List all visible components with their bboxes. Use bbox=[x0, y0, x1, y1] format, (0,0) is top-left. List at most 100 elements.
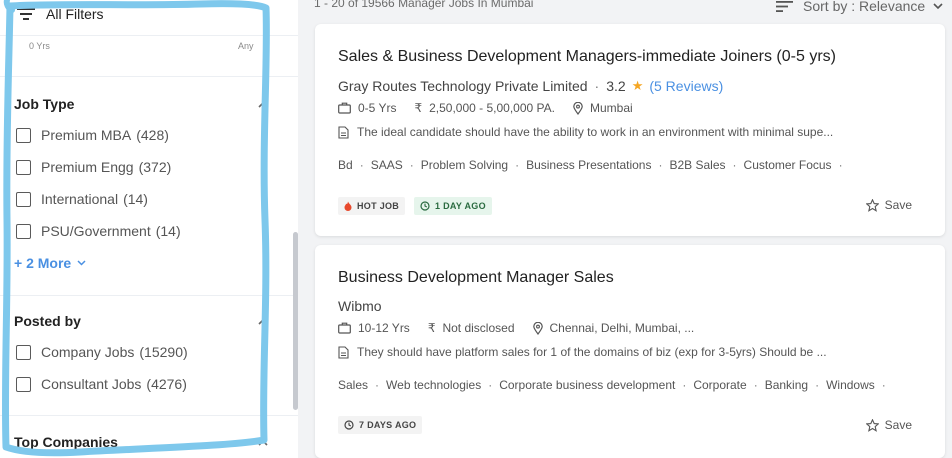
clock-icon bbox=[420, 201, 430, 211]
company-row: Wibmo bbox=[338, 298, 382, 314]
checkbox[interactable] bbox=[16, 223, 31, 239]
reviews-link[interactable]: (5 Reviews) bbox=[649, 78, 723, 94]
option-count: (428) bbox=[136, 127, 169, 143]
company-rating: 3.2 bbox=[606, 78, 626, 94]
star-filled-icon: ★ bbox=[631, 78, 644, 93]
posted-age-badge: 7 DAYS AGO bbox=[338, 416, 423, 434]
experience-value: 0-5 Yrs bbox=[358, 101, 397, 115]
option-label: PSU/Government bbox=[41, 223, 151, 239]
skill-tag: Windows bbox=[826, 378, 875, 392]
description-text: They should have platform sales for 1 of… bbox=[357, 345, 827, 359]
job-type-more-link[interactable]: + 2 More bbox=[14, 255, 86, 271]
description-text: The ideal candidate should have the abil… bbox=[357, 125, 834, 139]
option-label: Company Jobs bbox=[41, 344, 135, 360]
chevron-up-icon[interactable] bbox=[258, 101, 268, 108]
badge-label: HOT JOB bbox=[357, 201, 400, 211]
posted-by-option-company[interactable]: Company Jobs (15290) bbox=[16, 343, 188, 361]
skill-tag: Corporate business development bbox=[499, 378, 676, 392]
divider bbox=[0, 295, 298, 296]
chevron-down-icon bbox=[77, 260, 86, 266]
checkbox[interactable] bbox=[16, 191, 31, 207]
option-count: (4276) bbox=[146, 376, 187, 392]
checkbox[interactable] bbox=[16, 159, 31, 175]
job-card[interactable]: Sales & Business Development Managers-im… bbox=[315, 24, 945, 236]
option-count: (372) bbox=[138, 159, 172, 175]
job-type-option-premium-mba[interactable]: Premium MBA (428) bbox=[16, 126, 169, 144]
briefcase-icon bbox=[338, 322, 351, 334]
save-label: Save bbox=[884, 418, 912, 432]
experience-max-label: Any bbox=[238, 41, 254, 51]
document-icon bbox=[338, 345, 349, 359]
salary: ₹ 2,50,000 - 5,00,000 PA. bbox=[414, 101, 555, 115]
company-name[interactable]: Gray Routes Technology Private Limited bbox=[338, 78, 588, 94]
option-label: Premium MBA bbox=[41, 127, 132, 143]
experience-value: 10-12 Yrs bbox=[358, 321, 410, 335]
location-value: Chennai, Delhi, Mumbai, ... bbox=[549, 321, 695, 335]
job-type-option-premium-engg[interactable]: Premium Engg (372) bbox=[16, 158, 171, 176]
location: Chennai, Delhi, Mumbai, ... bbox=[532, 321, 695, 335]
location-pin-icon bbox=[532, 321, 543, 335]
save-label: Save bbox=[884, 198, 912, 212]
location-value: Mumbai bbox=[589, 101, 633, 115]
more-label: + 2 More bbox=[14, 255, 72, 271]
skill-tag: B2B Sales bbox=[669, 158, 726, 172]
chevron-up-icon[interactable] bbox=[258, 439, 268, 446]
star-outline-icon bbox=[865, 198, 879, 212]
top-companies-title: Top Companies bbox=[14, 434, 118, 450]
divider bbox=[0, 76, 298, 77]
option-label: Consultant Jobs bbox=[41, 376, 142, 392]
option-label: International bbox=[41, 191, 119, 207]
skill-tags: Sales · Web technologies · Corporate busin… bbox=[338, 378, 886, 392]
salary: ₹ Not disclosed bbox=[428, 321, 515, 335]
job-title[interactable]: Sales & Business Development Managers-im… bbox=[338, 48, 836, 66]
chevron-up-icon[interactable] bbox=[258, 318, 268, 325]
document-icon bbox=[338, 125, 349, 139]
salary-value: 2,50,000 - 5,00,000 PA. bbox=[429, 101, 555, 115]
separator: · bbox=[594, 78, 600, 94]
job-type-title: Job Type bbox=[14, 96, 75, 112]
posted-by-option-consultant[interactable]: Consultant Jobs (4276) bbox=[16, 375, 187, 393]
sort-label: Sort by : Relevance bbox=[803, 0, 926, 14]
save-button[interactable]: Save bbox=[865, 418, 912, 432]
filters-header: All Filters bbox=[0, 0, 298, 36]
checkbox[interactable] bbox=[16, 376, 31, 392]
star-outline-icon bbox=[865, 418, 879, 432]
skill-tag: Corporate bbox=[693, 378, 747, 392]
job-title[interactable]: Business Development Manager Sales bbox=[338, 269, 614, 287]
briefcase-icon bbox=[338, 102, 351, 114]
skill-tags: Bd · SAAS · Problem Solving · Business Pres… bbox=[338, 158, 843, 172]
skill-tag: SAAS bbox=[370, 158, 403, 172]
option-label: Premium Engg bbox=[41, 159, 134, 175]
result-count: 1 - 20 of 19566 Manager Jobs In Mumbai bbox=[314, 0, 534, 10]
job-card[interactable]: Business Development Manager Sales Wibmo… bbox=[315, 245, 945, 458]
hot-job-badge: HOT JOB bbox=[338, 197, 406, 215]
posted-by-title: Posted by bbox=[14, 313, 81, 329]
checkbox[interactable] bbox=[16, 127, 31, 143]
posted-age-badge: 1 DAY AGO bbox=[414, 197, 492, 215]
experience: 0-5 Yrs bbox=[338, 101, 396, 115]
filters-title: All Filters bbox=[46, 6, 104, 22]
skill-tag: Sales bbox=[338, 378, 369, 392]
sidebar-scrollbar[interactable] bbox=[293, 232, 298, 410]
location: Mumbai bbox=[573, 101, 633, 115]
filters-sidebar: All Filters 0 Yrs Any Job Type Premium M… bbox=[0, 0, 298, 458]
save-button[interactable]: Save bbox=[865, 198, 912, 212]
sort-dropdown[interactable]: Sort by : Relevance bbox=[776, 0, 943, 14]
skill-tag: Bd bbox=[338, 158, 353, 172]
chevron-down-icon bbox=[933, 2, 943, 9]
option-count: (14) bbox=[123, 191, 148, 207]
skill-tag: Web technologies bbox=[386, 378, 482, 392]
skill-tag: Problem Solving bbox=[420, 158, 509, 172]
experience-min-label: 0 Yrs bbox=[29, 41, 50, 51]
job-type-option-psu-government[interactable]: PSU/Government (14) bbox=[16, 222, 181, 240]
job-description: They should have platform sales for 1 of… bbox=[338, 345, 827, 359]
company-name[interactable]: Wibmo bbox=[338, 298, 382, 314]
checkbox[interactable] bbox=[16, 344, 31, 360]
job-meta-row: 0-5 Yrs ₹ 2,50,000 - 5,00,000 PA. Mumbai bbox=[338, 101, 651, 115]
job-description: The ideal candidate should have the abil… bbox=[338, 125, 833, 139]
job-meta-row: 10-12 Yrs ₹ Not disclosed Chennai, Delhi… bbox=[338, 321, 712, 335]
badge-label: 1 DAY AGO bbox=[435, 201, 486, 211]
skill-tag: Customer Focus bbox=[743, 158, 832, 172]
job-type-option-international[interactable]: International (14) bbox=[16, 190, 148, 208]
company-row: Gray Routes Technology Private Limited ·… bbox=[338, 78, 723, 94]
